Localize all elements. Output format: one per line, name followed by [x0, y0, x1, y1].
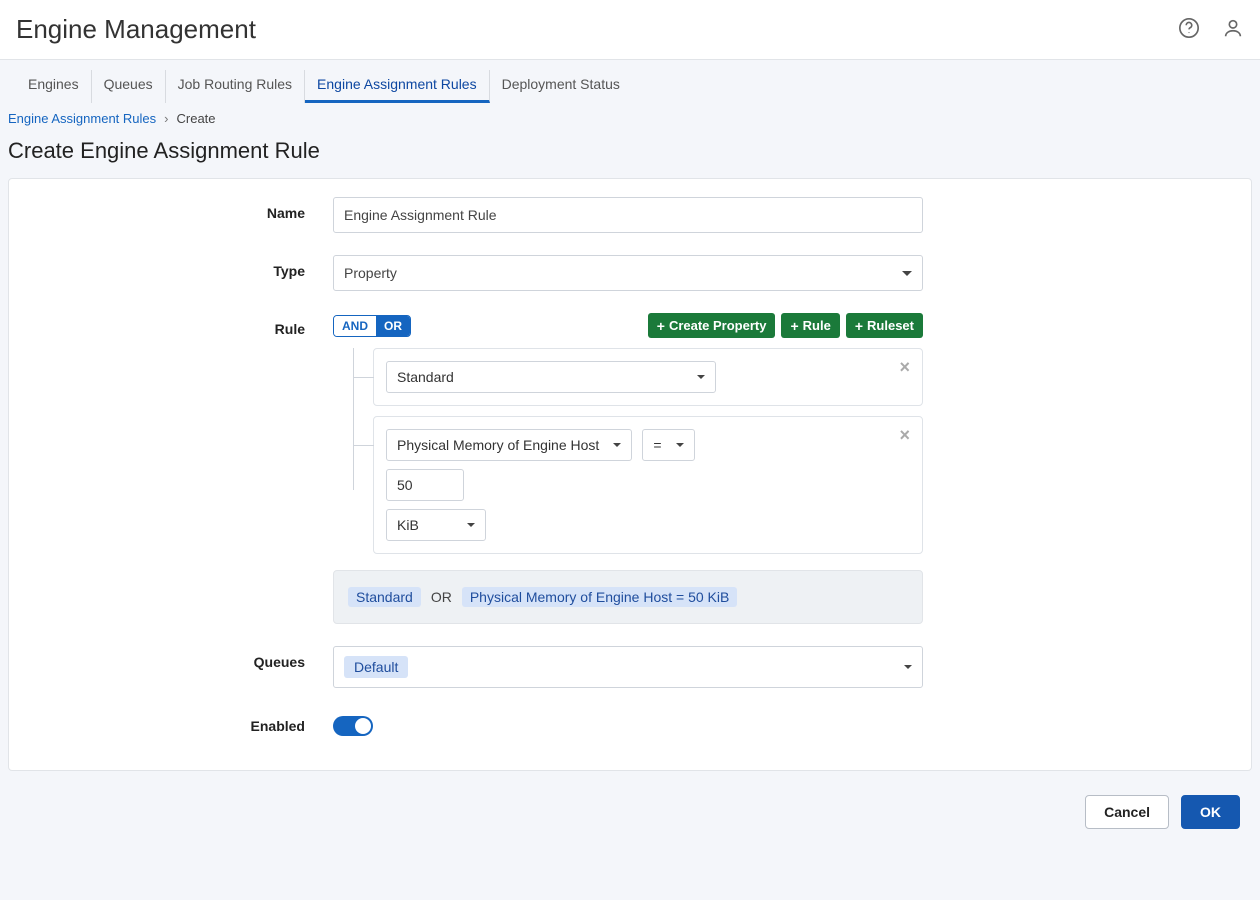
plus-icon: + — [855, 319, 863, 333]
breadcrumb-parent-link[interactable]: Engine Assignment Rules — [8, 111, 156, 126]
rule-header: AND OR + Create Property + Rule + Rulese… — [333, 313, 923, 338]
toggle-or[interactable]: OR — [376, 316, 410, 336]
rule-tree: × Standard × Physical Memory of Engine H… — [333, 348, 923, 554]
plus-icon: + — [657, 319, 665, 333]
summary-chip-2: Physical Memory of Engine Host = 50 KiB — [462, 587, 738, 607]
rule-node-2-attribute-value: Physical Memory of Engine Host — [397, 437, 599, 453]
create-property-label: Create Property — [669, 318, 767, 333]
type-select[interactable]: Property — [333, 255, 923, 291]
rule-node-2-attribute-select[interactable]: Physical Memory of Engine Host — [386, 429, 632, 461]
app-title: Engine Management — [16, 14, 256, 45]
label-type: Type — [33, 255, 333, 279]
ok-button[interactable]: OK — [1181, 795, 1240, 829]
rule-node-2-unit-select[interactable]: KiB — [386, 509, 486, 541]
breadcrumb-current: Create — [177, 111, 216, 126]
rule-node-1-property-value: Standard — [397, 369, 454, 385]
summary-connector: OR — [431, 589, 452, 605]
chevron-down-icon — [613, 443, 621, 447]
tab-job-routing-rules[interactable]: Job Routing Rules — [166, 70, 305, 103]
header-icons — [1178, 17, 1244, 42]
label-enabled: Enabled — [33, 710, 333, 734]
chevron-down-icon — [467, 523, 475, 527]
queue-tag-default: Default — [344, 656, 408, 678]
row-name: Name — [33, 197, 1227, 233]
name-input[interactable] — [333, 197, 923, 233]
rule-node-2: × Physical Memory of Engine Host = — [373, 416, 923, 554]
plus-icon: + — [790, 319, 798, 333]
form-card: Name Type Property Rule AND OR — [8, 178, 1252, 771]
rule-node-2-unit-value: KiB — [397, 517, 419, 533]
tab-engines[interactable]: Engines — [16, 70, 92, 103]
queues-select[interactable]: Default — [333, 646, 923, 688]
enabled-toggle[interactable] — [333, 716, 373, 736]
page-title: Create Engine Assignment Rule — [0, 132, 1260, 178]
and-or-toggle[interactable]: AND OR — [333, 315, 411, 337]
rule-node-2-value-input[interactable] — [386, 469, 464, 501]
cancel-button[interactable]: Cancel — [1085, 795, 1169, 829]
remove-rule-icon[interactable]: × — [899, 357, 910, 378]
tab-deployment-status[interactable]: Deployment Status — [490, 70, 632, 103]
add-ruleset-label: Ruleset — [867, 318, 914, 333]
label-rule: Rule — [33, 313, 333, 337]
remove-rule-icon[interactable]: × — [899, 425, 910, 446]
rule-summary-box: Standard OR Physical Memory of Engine Ho… — [333, 570, 923, 624]
type-select-value: Property — [344, 265, 397, 281]
breadcrumb: Engine Assignment Rules › Create — [0, 103, 1260, 132]
app-header: Engine Management — [0, 0, 1260, 60]
label-queues: Queues — [33, 646, 333, 670]
create-property-button[interactable]: + Create Property — [648, 313, 776, 338]
help-icon[interactable] — [1178, 17, 1200, 42]
chevron-down-icon — [676, 443, 684, 447]
toggle-and[interactable]: AND — [334, 316, 376, 336]
toggle-knob — [355, 718, 371, 734]
row-type: Type Property — [33, 255, 1227, 291]
add-rule-label: Rule — [803, 318, 831, 333]
row-rule: Rule AND OR + Create Property + Rule — [33, 313, 1227, 624]
row-enabled: Enabled — [33, 710, 1227, 736]
tab-bar: Engines Queues Job Routing Rules Engine … — [0, 60, 1260, 103]
tab-engine-assignment-rules[interactable]: Engine Assignment Rules — [305, 70, 490, 103]
label-name: Name — [33, 197, 333, 221]
rule-node-2-operator-value: = — [653, 437, 661, 453]
breadcrumb-separator: › — [164, 111, 168, 126]
add-rule-button[interactable]: + Rule — [781, 313, 839, 338]
rule-node-1: × Standard — [373, 348, 923, 406]
rule-node-1-property-select[interactable]: Standard — [386, 361, 716, 393]
row-queues: Queues Default — [33, 646, 1227, 688]
rule-action-buttons: + Create Property + Rule + Ruleset — [648, 313, 923, 338]
chevron-down-icon — [902, 271, 912, 276]
summary-chip-1: Standard — [348, 587, 421, 607]
tab-queues[interactable]: Queues — [92, 70, 166, 103]
chevron-down-icon — [904, 665, 912, 669]
chevron-down-icon — [697, 375, 705, 379]
user-icon[interactable] — [1222, 17, 1244, 42]
add-ruleset-button[interactable]: + Ruleset — [846, 313, 923, 338]
rule-node-2-operator-select[interactable]: = — [642, 429, 694, 461]
footer-buttons: Cancel OK — [0, 771, 1260, 853]
